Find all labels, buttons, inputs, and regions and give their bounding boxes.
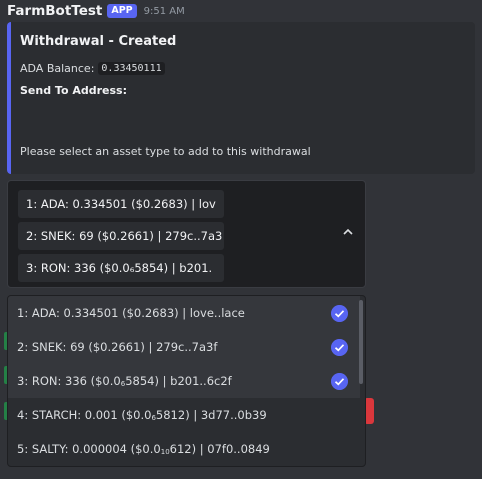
option-label: 3: RON: 336 ($0.065854) | b201..6c2f (17, 374, 232, 388)
balance-line: ADA Balance: 0.33450111 (20, 62, 165, 75)
check-icon (331, 339, 348, 356)
selected-value-1[interactable]: 1: ADA: 0.334501 ($0.2683) | lov (18, 190, 224, 218)
withdrawal-embed: Withdrawal - Created ADA Balance: 0.3345… (7, 22, 475, 174)
bot-username[interactable]: FarmBotTest (7, 3, 102, 19)
asset-dropdown-menu[interactable]: 1: ADA: 0.334501 ($0.2683) | love..lace … (7, 295, 366, 467)
message-timestamp: 9:51 AM (143, 5, 185, 17)
option-ada[interactable]: 1: ADA: 0.334501 ($0.2683) | love..lace (8, 296, 360, 330)
chevron-up-icon[interactable] (341, 225, 355, 239)
balance-value: 0.33450111 (98, 62, 165, 75)
option-label: 5: SALTY: 0.000004 ($0.010612) | 07f0..0… (17, 442, 270, 456)
embed-title: Withdrawal - Created (20, 34, 177, 49)
check-icon (331, 373, 348, 390)
option-starch[interactable]: 4: STARCH: 0.001 ($0.065812) | 3d77..0b3… (8, 398, 360, 432)
app-badge: APP (107, 4, 137, 18)
send-to-label: Send To Address: (20, 84, 127, 97)
message-header: FarmBotTest APP 9:51 AM (7, 2, 185, 20)
check-icon (331, 305, 348, 322)
menu-scrollbar[interactable] (359, 300, 363, 384)
selected-value-3[interactable]: 3: RON: 336 ($0.0₆5854) | b201. (18, 254, 224, 282)
balance-label: ADA Balance: (20, 62, 95, 75)
option-ron[interactable]: 3: RON: 336 ($0.065854) | b201..6c2f (8, 364, 360, 398)
option-label: 2: SNEK: 69 ($0.2661) | 279c..7a3f (17, 340, 218, 354)
option-salty[interactable]: 5: SALTY: 0.000004 ($0.010612) | 07f0..0… (8, 432, 360, 466)
option-label: 4: STARCH: 0.001 ($0.065812) | 3d77..0b3… (17, 408, 267, 422)
asset-select[interactable]: 1: ADA: 0.334501 ($0.2683) | lov 2: SNEK… (7, 180, 366, 288)
option-label: 1: ADA: 0.334501 ($0.2683) | love..lace (17, 306, 245, 320)
embed-footer: Please select an asset type to add to th… (20, 145, 311, 158)
selected-value-2[interactable]: 2: SNEK: 69 ($0.2661) | 279c..7a3 (18, 222, 224, 250)
option-snek[interactable]: 2: SNEK: 69 ($0.2661) | 279c..7a3f (8, 330, 360, 364)
